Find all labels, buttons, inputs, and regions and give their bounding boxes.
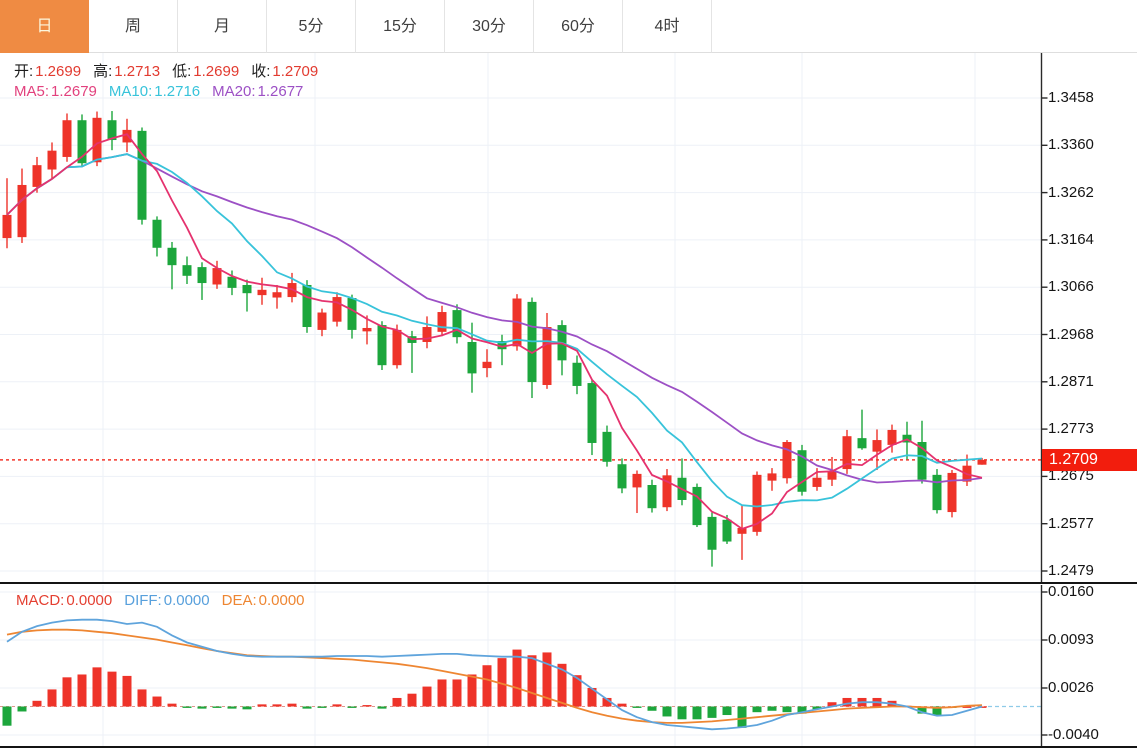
legend-open-value: 1.2699 [35,63,81,80]
y-axis-label: 1.2871 [1048,372,1134,392]
legend-ma20-label: MA20: [212,83,255,100]
y-axis-label: 1.2773 [1048,419,1134,439]
macd-legend: MACD:0.0000DIFF:0.0000DEA:0.0000 [16,592,317,609]
legend-high-label: 高: [93,63,112,80]
legend-dea-label: DEA: [222,592,257,609]
y-axis-label: 1.2577 [1048,514,1134,534]
legend-close-value: 1.2709 [272,63,318,80]
legend-open-label: 开: [14,63,33,80]
legend-low-value: 1.2699 [193,63,239,80]
ma-legend: MA5:1.2679 MA10:1.2716 MA20:1.2677 [14,83,315,100]
tab-15min[interactable]: 15分 [356,0,445,53]
y-axis-label: 0.0093 [1048,630,1134,650]
legend-ma5-value: 1.2679 [51,83,97,100]
legend-close-label: 收: [251,63,270,80]
tab-5min[interactable]: 5分 [267,0,356,53]
main-candlestick-chart[interactable] [0,53,1137,583]
legend-diff-label: DIFF: [124,592,162,609]
timeframe-tabs: 日周月5分15分30分60分4时 [0,0,1137,53]
tab-60min[interactable]: 60分 [534,0,623,53]
y-axis-label: 1.3164 [1048,230,1134,250]
panel-divider [0,582,1137,584]
y-axis-label: 0.0160 [1048,582,1134,602]
tab-4hour[interactable]: 4时 [623,0,712,53]
y-axis-label: 1.3458 [1048,88,1134,108]
legend-ma10-label: MA10: [109,83,152,100]
tabbar-filler [712,0,1137,53]
current-price-tag: 1.2709 [1042,449,1137,471]
y-axis-label: 1.3066 [1048,277,1134,297]
y-axis-label: 1.2968 [1048,325,1134,345]
macd-chart[interactable] [0,585,1137,747]
legend-macd-value: 0.0000 [66,592,112,609]
tab-month[interactable]: 月 [178,0,267,53]
y-axis-label: 1.3360 [1048,135,1134,155]
trading-chart-app: 日周月5分15分30分60分4时 开:1.2699高:1.2713低:1.269… [0,0,1137,749]
y-axis-label: -0.0040 [1048,725,1134,745]
legend-ma20-value: 1.2677 [258,83,304,100]
bottom-border [0,746,1137,748]
legend-high-value: 1.2713 [114,63,160,80]
legend-dea-value: 0.0000 [259,592,305,609]
tab-day[interactable]: 日 [0,0,89,53]
legend-ma10-value: 1.2716 [154,83,200,100]
legend-diff-value: 0.0000 [164,592,210,609]
legend-macd-label: MACD: [16,592,64,609]
tab-week[interactable]: 周 [89,0,178,53]
ohlc-legend: 开:1.2699高:1.2713低:1.2699收:1.2709 [14,60,330,81]
y-axis-label: 0.0026 [1048,678,1134,698]
y-axis-label: 1.2479 [1048,561,1134,581]
y-axis-label: 1.3262 [1048,183,1134,203]
tab-30min[interactable]: 30分 [445,0,534,53]
legend-low-label: 低: [172,63,191,80]
legend-ma5-label: MA5: [14,83,49,100]
